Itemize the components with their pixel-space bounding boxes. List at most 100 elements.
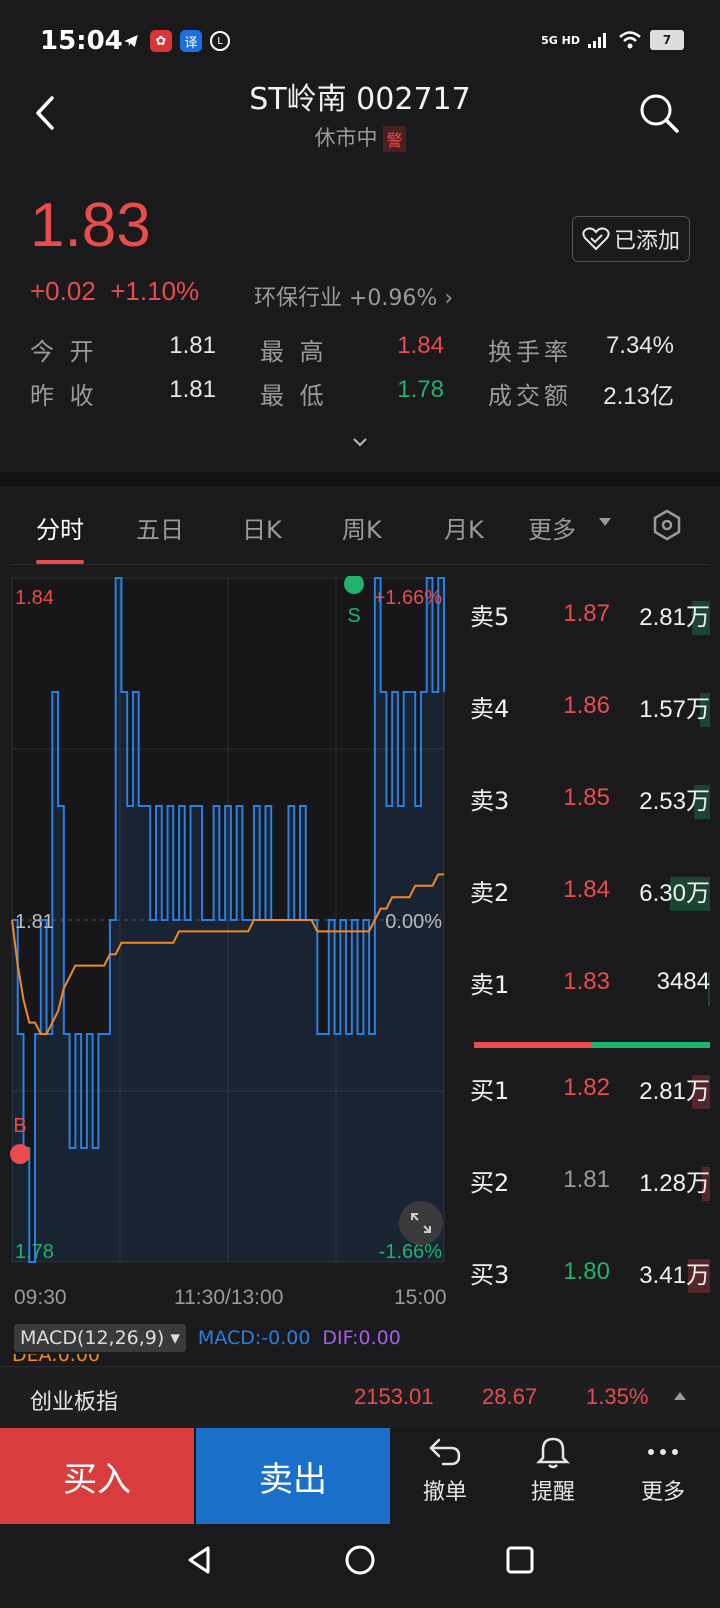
app-blue-icon: 译 <box>180 30 202 52</box>
change-value: +0.02 <box>30 276 96 306</box>
more-button[interactable]: 更多 <box>618 1436 708 1506</box>
stat-value: 1.78 <box>397 376 444 403</box>
stat-label: 昨 收 <box>30 382 98 410</box>
order-volume: 2.81万 <box>610 1071 710 1109</box>
sell-marker-label: S <box>347 605 360 627</box>
app-circle-icon: L <box>210 31 230 51</box>
nav-back-icon[interactable] <box>180 1540 220 1580</box>
caret-up-icon[interactable] <box>672 1390 688 1402</box>
index-pct: 1.35% <box>586 1384 649 1409</box>
ask-row[interactable]: 卖5 1.87 2.81万 <box>470 594 710 635</box>
heart-check-icon <box>582 227 610 251</box>
nav-home-icon[interactable] <box>340 1540 380 1580</box>
battery-icon: 7 <box>650 30 684 50</box>
y-label-low: 1.78 <box>15 1241 54 1263</box>
signal-icon <box>588 33 606 48</box>
order-price: 1.81 <box>563 1166 610 1193</box>
stat-label: 成交额 <box>488 382 572 410</box>
tab-3[interactable]: 周K <box>342 510 382 545</box>
more-label: 更多 <box>640 1480 685 1505</box>
order-label: 卖5 <box>470 602 510 631</box>
stat-value: 7.34% <box>605 332 674 359</box>
y-label-mid: 1.81 <box>15 911 54 933</box>
order-label: 卖4 <box>470 694 510 723</box>
intraday-chart[interactable]: 1.841.811.78+1.66%0.00%-1.66%BS <box>10 576 454 1276</box>
bell-icon <box>535 1437 571 1469</box>
telegram-icon <box>120 30 142 52</box>
buy-button[interactable]: 买入 <box>0 1428 194 1524</box>
status-time: 15:04 <box>40 26 123 56</box>
order-price: 1.83 <box>563 968 610 995</box>
dea-row: DEA:0.00 <box>10 1354 454 1366</box>
industry-label: 环保行业 +0.96% <box>254 286 438 311</box>
alert-button[interactable]: 提醒 <box>508 1436 598 1506</box>
bid-row[interactable]: 买3 1.80 3.41万 <box>470 1252 710 1293</box>
chevron-right-icon: › <box>444 286 454 311</box>
order-volume-text: 2.81万 <box>639 1077 710 1105</box>
watchlist-button[interactable]: 已添加 <box>572 216 690 262</box>
order-price: 1.82 <box>563 1074 610 1101</box>
market-status: 休市中警 <box>0 122 720 152</box>
market-status-text: 休市中 <box>314 126 378 150</box>
settings-hexagon-icon[interactable] <box>650 508 684 542</box>
search-icon[interactable] <box>638 92 680 134</box>
order-volume-text: 1.57万 <box>639 695 710 723</box>
ask-row[interactable]: 卖2 1.84 6.30万 <box>470 870 710 911</box>
order-volume-text: 3.41万 <box>639 1261 710 1289</box>
time-label-mid: 11:30/13:00 <box>174 1286 284 1309</box>
alert-label: 提醒 <box>530 1480 575 1505</box>
index-name: 创业板指 <box>30 1390 119 1415</box>
order-label: 买1 <box>470 1076 510 1105</box>
ask-row[interactable]: 卖3 1.85 2.53万 <box>470 778 710 819</box>
order-volume: 6.30万 <box>610 873 710 911</box>
order-label: 买2 <box>470 1168 510 1197</box>
macd-value: MACD:-0.00 <box>197 1327 311 1349</box>
nav-recents-icon[interactable] <box>500 1540 540 1580</box>
ask-row[interactable]: 卖4 1.86 1.57万 <box>470 686 710 727</box>
order-volume: 3.41万 <box>610 1255 710 1293</box>
tab-1[interactable]: 五日 <box>136 510 184 545</box>
sell-button[interactable]: 卖出 <box>196 1428 390 1524</box>
ask-row[interactable]: 卖1 1.83 3484 <box>470 962 710 1006</box>
caret-down-icon[interactable] <box>597 514 613 530</box>
order-volume-text: 1.28万 <box>639 1169 710 1197</box>
stat-label: 换手率 <box>488 338 572 366</box>
stock-title: ST岭南 002717 <box>249 82 471 117</box>
order-label: 卖3 <box>470 786 510 815</box>
industry-link[interactable]: 环保行业 +0.96% › <box>254 280 453 312</box>
bid-row[interactable]: 买2 1.81 1.28万 <box>470 1160 710 1201</box>
chevron-down-icon[interactable] <box>348 436 372 450</box>
bid-row[interactable]: 买1 1.82 2.81万 <box>470 1068 710 1109</box>
stat-label: 今 开 <box>30 338 98 366</box>
dea-value: DEA:0.00 <box>12 1354 101 1366</box>
buy-marker <box>10 1144 30 1164</box>
bid-ask-ratio-bar <box>474 1042 710 1048</box>
warning-badge: 警 <box>383 126 406 152</box>
fullscreen-icon[interactable] <box>398 1200 444 1246</box>
pct-label-high: +1.66% <box>374 587 443 609</box>
tab-4[interactable]: 月K <box>444 510 484 545</box>
index-value: 2153.01 <box>354 1384 434 1409</box>
macd-selector[interactable]: MACD(12,26,9) ▾ <box>14 1324 186 1352</box>
current-price: 1.83 <box>30 191 151 260</box>
order-volume-text: 3484 <box>656 968 710 995</box>
stat-label: 最 低 <box>260 382 328 410</box>
order-volume-text: 6.30万 <box>639 879 710 907</box>
stat-value: 1.81 <box>169 376 216 403</box>
y-label-high: 1.84 <box>15 587 54 609</box>
macd-row: MACD(12,26,9) ▾ MACD:-0.00 DIF:0.00 <box>14 1322 401 1354</box>
order-price: 1.85 <box>563 784 610 811</box>
buy-marker-label: B <box>13 1115 26 1137</box>
tab-0[interactable]: 分时 <box>36 510 84 545</box>
tab-2[interactable]: 日K <box>242 510 282 545</box>
section-divider <box>0 472 720 486</box>
stat-value: 2.13亿 <box>603 383 674 410</box>
order-volume: 2.53万 <box>610 781 710 819</box>
time-label-open: 09:30 <box>14 1286 67 1309</box>
cancel-order-button[interactable]: 撤单 <box>400 1436 490 1506</box>
order-price: 1.80 <box>563 1258 610 1285</box>
tab-5[interactable]: 更多 <box>528 510 576 545</box>
network-label: 5G HD <box>541 33 580 47</box>
undo-icon <box>429 1438 461 1466</box>
pct-label-mid: 0.00% <box>385 911 442 933</box>
